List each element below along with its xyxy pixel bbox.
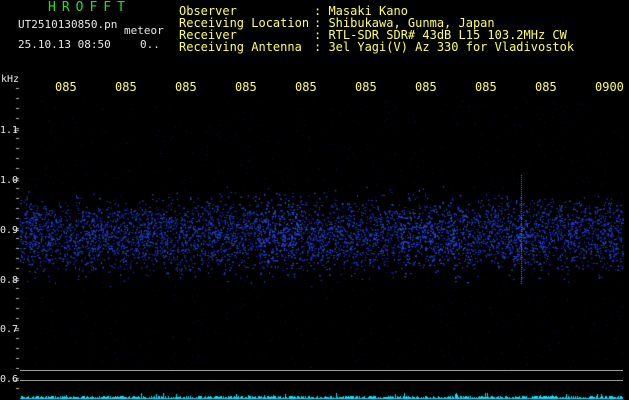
time-tick: 085 (295, 80, 317, 94)
time-tick: 085 (235, 80, 257, 94)
date-time: 25.10.13 08:50 (18, 38, 111, 51)
freq-unit-label: kHz (1, 74, 20, 85)
time-tick: 085 (415, 80, 437, 94)
antenna-label: Receiving Antenna (179, 40, 302, 54)
freq-tick: 0.6 (0, 374, 19, 385)
antenna-value: : 3el Yagi(V) Az 330 for Vladivostok (314, 40, 575, 54)
time-tick: 085 (175, 80, 197, 94)
file-name: UT2510130850.pn (18, 18, 118, 31)
time-tick: 085 (535, 80, 557, 94)
freq-tick: 1.1 (0, 125, 19, 136)
baseline-upper (20, 370, 623, 371)
baseline-lower (20, 380, 623, 381)
mode-tag: meteor (124, 24, 164, 37)
time-tick: 085 (475, 80, 497, 94)
event-count: 0.. (140, 38, 160, 51)
freq-tick: 1.0 (0, 175, 19, 186)
time-tick: 0900 (595, 80, 624, 94)
time-tick: 085 (55, 80, 77, 94)
freq-tick: 0.9 (0, 225, 19, 236)
freq-tick: 0.7 (0, 324, 19, 335)
time-tick: 085 (355, 80, 377, 94)
freq-tick: 0.8 (0, 275, 19, 286)
time-tick: 085 (115, 80, 137, 94)
app-brand: HROFFT (48, 0, 131, 15)
spectrogram-plot (0, 0, 629, 400)
